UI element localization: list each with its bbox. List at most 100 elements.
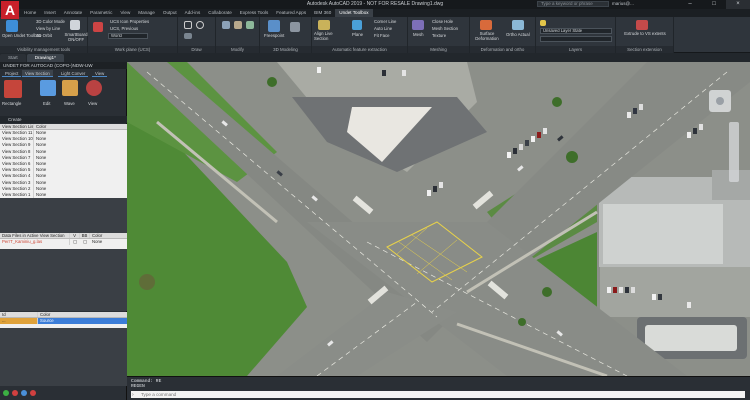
tab-featured-apps[interactable]: Featured Apps [272, 9, 310, 17]
tab-view[interactable]: View [116, 9, 134, 17]
tab-output[interactable]: Output [159, 9, 181, 17]
table-row[interactable]: ... Source [0, 318, 127, 325]
close-icon[interactable]: × [726, 0, 750, 9]
move-icon[interactable] [222, 21, 230, 29]
tab-view[interactable]: View [92, 70, 108, 77]
auto-line-button[interactable]: Auto Line [374, 26, 392, 31]
maximize-icon[interactable]: □ [702, 0, 726, 9]
freespoint-icon[interactable] [268, 20, 280, 32]
texture-button[interactable]: Texture [432, 33, 446, 38]
panel-title: Deformation and ortho [470, 46, 535, 53]
box-icon[interactable] [290, 22, 300, 32]
minimize-icon[interactable]: – [678, 0, 702, 9]
ucs-icon[interactable] [93, 22, 103, 32]
align-section-button[interactable]: Align Live Section [314, 31, 336, 41]
smartboard-icon[interactable] [70, 20, 80, 30]
surface-deformation-icon[interactable] [480, 20, 492, 30]
tab-manage[interactable]: Manage [134, 9, 159, 17]
smartboard-button[interactable]: SmartBoard ON/OFF [64, 32, 88, 42]
undet-toolbox-icon[interactable] [6, 20, 18, 32]
tab-view-section[interactable]: View Section [22, 70, 53, 77]
view-tool-label[interactable]: View [88, 101, 97, 106]
navigation-bar[interactable] [729, 122, 739, 182]
rectangle-tool-label[interactable]: Rectangle [2, 101, 21, 106]
edit-tool-label[interactable]: Edit [43, 101, 50, 106]
file-visible-checkbox[interactable]: ▢ [70, 239, 80, 245]
search-input[interactable]: Type a keyword or phrase [537, 1, 609, 7]
view-tool-icon[interactable] [86, 80, 102, 96]
file-bb-checkbox[interactable]: ▢ [80, 239, 90, 245]
tab-light-conver[interactable]: Light Conver [58, 70, 89, 77]
extrude-button[interactable]: Extrude to VS extents [620, 31, 670, 36]
panel-deformation: Surface Deformation Ortho Actual Deforma… [470, 17, 536, 53]
ortho-icon[interactable] [512, 20, 524, 30]
orbit-button[interactable]: 3D Orbit [36, 33, 52, 38]
layer-state-select[interactable]: Unsaved Layer State [540, 28, 612, 34]
command-input[interactable]: Type a command [131, 391, 745, 398]
col-view-section: View Section List [2, 124, 34, 129]
extrude-icon[interactable] [636, 20, 648, 30]
tab-express-tools[interactable]: Express Tools [236, 9, 273, 17]
rectangle-tool-icon[interactable] [4, 80, 22, 98]
table-row[interactable]: PerrT_Kaminiu_g.las ▢ ▢ None [0, 239, 127, 246]
wave-tool-label[interactable]: Wave [64, 101, 75, 106]
tab-bim-360[interactable]: BIM 360 [310, 9, 335, 17]
copy-icon[interactable] [234, 21, 242, 29]
corner-line-button[interactable]: Corner Line [374, 19, 396, 24]
add-icon[interactable] [3, 390, 9, 396]
edit-tool-icon[interactable] [40, 80, 56, 96]
freespoint-button[interactable]: Freespoint [264, 33, 284, 38]
mesh-icon[interactable] [412, 20, 424, 30]
close-hole-button[interactable]: Close Hole [432, 19, 453, 24]
refresh-icon[interactable] [21, 390, 27, 396]
plane-button[interactable]: Plane [352, 32, 363, 37]
car [402, 70, 406, 76]
mesh-button[interactable]: Mesh [413, 32, 424, 37]
rotate-icon[interactable] [246, 21, 254, 29]
layer-id[interactable]: ... [0, 318, 38, 325]
tab-annotate[interactable]: Annotate [60, 9, 86, 17]
ucs-previous-button[interactable]: UCS, Previous [110, 26, 138, 31]
panel-visibility: Open Undet Toolbox 3D Color Mode View by… [0, 17, 88, 53]
view-by-line-button[interactable]: View by Line [36, 26, 60, 31]
layer-bulb-icon[interactable] [540, 20, 546, 26]
tab-add-ins[interactable]: Add-ins [181, 9, 205, 17]
tab-insert[interactable]: Insert [40, 9, 60, 17]
user-name[interactable]: marius@... [612, 1, 672, 7]
roof-bottom-right [645, 325, 737, 351]
ucs-props-button[interactable]: UCS Icon Properties [110, 19, 149, 24]
fit-face-button[interactable]: Fit Face [374, 33, 390, 38]
wave-tool-icon[interactable] [62, 80, 78, 96]
tab-collaborate[interactable]: Collaborate [204, 9, 236, 17]
surface-deformation-button[interactable]: Surface Deformation [472, 31, 502, 41]
plane-icon[interactable] [352, 20, 362, 30]
remove-icon[interactable] [12, 390, 18, 396]
aerial-point-cloud[interactable] [127, 62, 750, 376]
tab-home[interactable]: Home [20, 9, 40, 17]
tree [566, 151, 578, 163]
layer-select[interactable] [540, 36, 612, 42]
tab-undet-toolbox[interactable]: Undet Toolbox [335, 9, 373, 17]
doc-tab-start[interactable]: Start [0, 54, 26, 62]
mesh-section-button[interactable]: Mesh Section [432, 26, 458, 31]
delete-icon[interactable] [30, 390, 36, 396]
file-name[interactable]: PerrT_Kaminiu_g.las [0, 239, 70, 246]
model-viewport[interactable] [127, 62, 750, 376]
data-files-empty [0, 249, 127, 311]
ucs-world-select[interactable]: World [108, 33, 148, 39]
car [537, 132, 541, 138]
align-section-icon[interactable] [318, 20, 330, 30]
layer-name[interactable]: Source [38, 318, 127, 324]
line-icon[interactable] [184, 21, 192, 29]
car [633, 108, 637, 114]
viewcube-compass-icon[interactable] [716, 97, 724, 105]
polyline-icon[interactable] [184, 33, 192, 39]
color-mode-button[interactable]: 3D Color Mode [36, 19, 65, 24]
file-color[interactable]: None [90, 239, 127, 245]
doc-tab-drawing1-[interactable]: Drawing1* [26, 54, 64, 62]
tab-parametric[interactable]: Parametric [86, 9, 116, 17]
tab-project[interactable]: Project [2, 70, 22, 77]
autocad-logo[interactable]: A [1, 1, 19, 19]
ortho-actual-button[interactable]: Ortho Actual [506, 32, 530, 37]
circle-icon[interactable] [196, 21, 204, 29]
